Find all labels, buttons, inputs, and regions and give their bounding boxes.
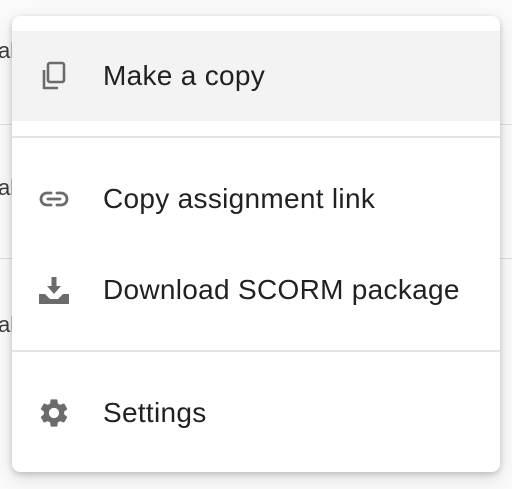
menu-item-download-scorm[interactable]: Download SCORM package: [12, 245, 500, 335]
menu-divider: [12, 350, 500, 352]
menu-item-label: Make a copy: [103, 60, 266, 91]
download-icon: [36, 272, 72, 308]
menu-item-label: Copy assignment link: [103, 183, 376, 214]
menu-item-copy-assignment-link[interactable]: Copy assignment link: [12, 154, 500, 244]
link-icon: [36, 181, 72, 217]
menu-item-label: Settings: [103, 397, 207, 428]
gear-icon: [36, 395, 72, 431]
menu-item-settings[interactable]: Settings: [12, 368, 500, 458]
menu-item-label: Download SCORM package: [103, 274, 460, 305]
menu-divider: [12, 136, 500, 138]
context-menu: Make a copy Copy assignment link Downloa…: [12, 16, 500, 472]
copy-icon: [36, 58, 72, 94]
menu-item-make-copy[interactable]: Make a copy: [12, 31, 500, 121]
